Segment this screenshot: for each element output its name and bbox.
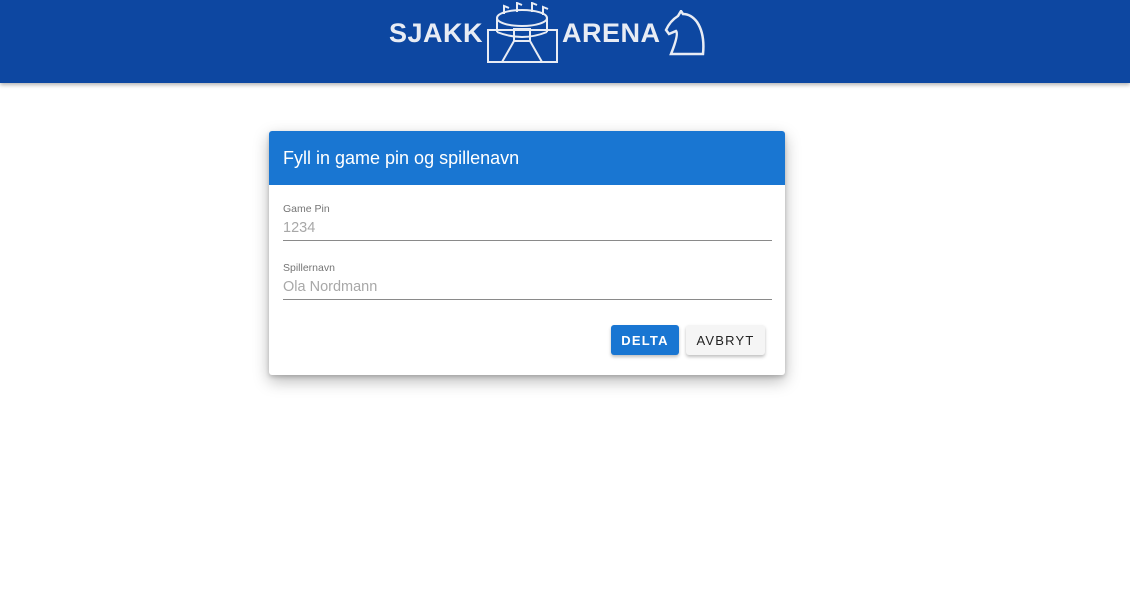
top-app-bar: SJAKK ARENA (0, 0, 1130, 83)
game-pin-label: Game Pin (283, 203, 330, 215)
sjakk-arena-logo[interactable]: SJAKK ARENA (389, 2, 705, 64)
game-pin-field: Game Pin (283, 203, 772, 241)
game-pin-input[interactable] (283, 218, 772, 238)
player-name-input[interactable] (283, 277, 772, 297)
logo-text-right: ARENA (562, 17, 661, 48)
player-name-field: Spillernavn (283, 262, 772, 300)
cancel-button[interactable]: AVBRYT (686, 325, 765, 355)
logo-text-left: SJAKK (389, 17, 484, 48)
dialog-title: Fyll in game pin og spillenavn (269, 131, 785, 185)
knight-icon (661, 10, 705, 56)
stadium-icon (487, 2, 559, 64)
player-name-label: Spillernavn (283, 262, 335, 274)
join-button[interactable]: DELTA (611, 325, 679, 355)
join-game-dialog: Fyll in game pin og spillenavn Game Pin … (269, 131, 785, 375)
